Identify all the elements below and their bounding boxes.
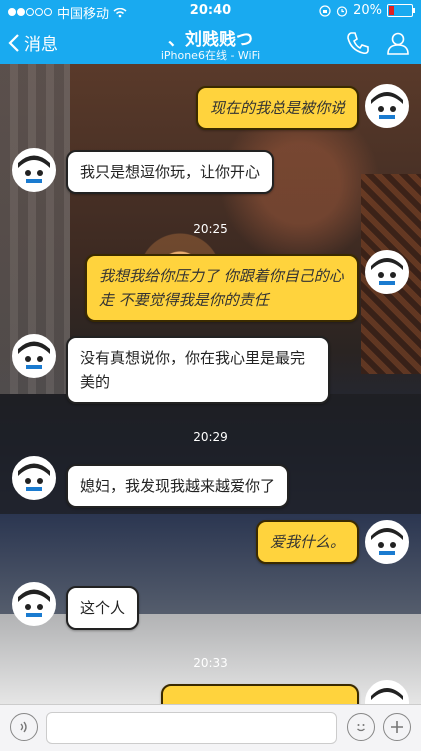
person-icon bbox=[387, 32, 409, 55]
plus-button[interactable] bbox=[383, 713, 411, 741]
message-bubble-received[interactable]: 媳妇，我发现我越来越爱你了 bbox=[66, 464, 290, 508]
message-bubble-sent-partial[interactable] bbox=[161, 684, 359, 704]
contact-avatar[interactable] bbox=[12, 456, 56, 500]
message-bubble-sent[interactable]: 爱我什么。 bbox=[255, 520, 359, 564]
phone-icon bbox=[347, 32, 369, 55]
my-avatar[interactable] bbox=[365, 250, 409, 294]
profile-button[interactable] bbox=[385, 30, 411, 60]
message-timestamp: 20:29 bbox=[193, 430, 228, 444]
contact-avatar[interactable] bbox=[12, 334, 56, 378]
message-bubble-sent[interactable]: 现在的我总是被你说 bbox=[195, 86, 359, 130]
my-avatar[interactable] bbox=[365, 520, 409, 564]
my-avatar[interactable] bbox=[365, 84, 409, 128]
status-bar: 中国移动 20:40 20% bbox=[0, 0, 421, 22]
message-bubble-sent[interactable]: 我想我给你压力了 你跟着你自己的心走 不要觉得我是你的责任 bbox=[85, 254, 359, 322]
voice-button[interactable] bbox=[10, 713, 38, 741]
battery-icon bbox=[387, 4, 415, 17]
message-bubble-received[interactable]: 我只是想逗你玩，让你开心 bbox=[66, 150, 275, 194]
contact-avatar[interactable] bbox=[12, 148, 56, 192]
call-button[interactable] bbox=[345, 30, 371, 60]
message-bubble-received[interactable]: 没有真想说你，你在我心里是最完美的 bbox=[66, 336, 330, 404]
message-timestamp: 20:33 bbox=[193, 656, 228, 670]
rotation-lock-icon bbox=[319, 4, 331, 17]
message-bubble-received[interactable]: 这个人 bbox=[66, 586, 140, 630]
voice-icon bbox=[20, 721, 27, 733]
smiley-icon bbox=[357, 724, 365, 732]
message-input[interactable] bbox=[46, 712, 337, 744]
my-avatar[interactable] bbox=[365, 680, 409, 704]
battery-percent: 20% bbox=[353, 3, 382, 18]
nav-bar: 消息 、刘贱贱つ iPhone6在线 - WiFi bbox=[0, 22, 421, 64]
input-bar bbox=[0, 704, 421, 751]
message-timestamp: 20:25 bbox=[193, 222, 228, 236]
plus-icon bbox=[391, 721, 403, 733]
alarm-icon bbox=[336, 5, 348, 17]
chat-area[interactable]: 现在的我总是被你说 我只是想逗你玩，让你开心 20:25 我想我给你压力了 你跟… bbox=[0, 64, 421, 704]
contact-avatar[interactable] bbox=[12, 582, 56, 626]
emoji-button[interactable] bbox=[347, 713, 375, 741]
